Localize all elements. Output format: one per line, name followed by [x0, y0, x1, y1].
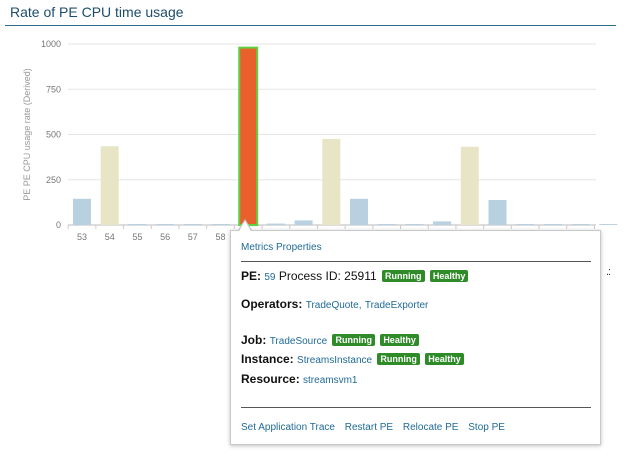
tooltip-actions: Set Application Trace Restart PE Relocat… — [241, 422, 512, 433]
relocate-pe-link[interactable]: Relocate PE — [403, 422, 459, 433]
bar-pe-58 — [211, 224, 230, 225]
job-row: Job: TradeSource Running Healthy — [241, 333, 419, 347]
restart-pe-link[interactable]: Restart PE — [345, 422, 393, 433]
job-link[interactable]: TradeSource — [270, 336, 327, 347]
job-label: Job: — [241, 333, 267, 347]
x-tick-label: 57 — [188, 232, 198, 242]
operator-separator: , — [358, 300, 362, 311]
instance-status-badge: Running — [377, 353, 420, 365]
pe-id-link[interactable]: 59 — [264, 272, 275, 283]
bar-pe-67 — [460, 146, 479, 225]
instance-link[interactable]: StreamsInstance — [297, 355, 372, 366]
x-tick-label: 55 — [132, 232, 142, 242]
pe-status-badge: Running — [382, 270, 425, 282]
process-id-text: Process ID: 25911 — [278, 269, 377, 283]
bar-pe-68 — [488, 200, 507, 225]
tooltip-divider-top — [241, 261, 591, 262]
bar-pe-70 — [543, 224, 562, 225]
instance-health-badge: Healthy — [425, 353, 464, 365]
bar-pe-69 — [516, 224, 535, 225]
bar-pe-59 — [238, 46, 259, 227]
bar-pe-61 — [294, 220, 313, 225]
set-application-trace-link[interactable]: Set Application Trace — [241, 422, 335, 433]
x-tick-label: 53 — [77, 232, 87, 242]
bar-pe-55 — [128, 224, 147, 225]
bar-pe-53 — [73, 198, 91, 225]
pe-tooltip: Metrics Properties PE: 59 Process ID: 25… — [230, 230, 601, 445]
tooltip-tabs: Metrics Properties — [241, 242, 322, 253]
bar-pe-64 — [377, 224, 396, 225]
operators-label: Operators: — [241, 297, 303, 311]
tooltip-arrow-fill — [239, 221, 251, 231]
operator-link-tradequote[interactable]: TradeQuote — [306, 300, 359, 311]
stop-pe-link[interactable]: Stop PE — [468, 422, 505, 433]
x-tick-label: 58 — [215, 232, 225, 242]
bar-pe-62 — [322, 139, 341, 225]
pe-health-badge: Healthy — [429, 270, 469, 282]
tab-properties[interactable]: Properties — [276, 242, 322, 253]
instance-row: Instance: StreamsInstance Running Health… — [241, 352, 464, 366]
bar-pe-66 — [433, 221, 452, 225]
bar-pe-56 — [156, 224, 175, 225]
bar-pe-72 — [599, 224, 618, 225]
bar-pe-60 — [266, 223, 285, 225]
y-tick-label: 1000 — [41, 39, 61, 49]
x-tick-label: 54 — [105, 232, 115, 242]
y-axis-label: PE PE CPU usage rate (Derived) — [22, 68, 32, 201]
y-tick-label: 500 — [46, 130, 61, 140]
resize-handle[interactable]: .: — [606, 266, 611, 278]
tooltip-divider-bottom — [241, 407, 591, 408]
bar-pe-65 — [405, 224, 424, 225]
resource-label: Resource: — [241, 372, 300, 386]
operators-row: Operators: TradeQuote, TradeExporter — [241, 297, 428, 311]
x-tick-label: 56 — [160, 232, 170, 242]
tab-metrics[interactable]: Metrics — [241, 242, 273, 253]
operator-link-tradeexporter[interactable]: TradeExporter — [365, 300, 429, 311]
pe-label: PE: — [241, 269, 262, 283]
y-tick-label: 0 — [56, 220, 61, 230]
bar-pe-63 — [350, 198, 368, 225]
bar-pe-57 — [183, 224, 202, 225]
bar-pe-71 — [571, 224, 590, 225]
y-tick-label: 250 — [46, 175, 61, 185]
job-health-badge: Healthy — [380, 334, 419, 346]
instance-label: Instance: — [241, 352, 294, 366]
resource-row: Resource: streamsvm1 — [241, 372, 357, 386]
y-tick-label: 750 — [46, 84, 61, 94]
bar-pe-54 — [100, 146, 119, 225]
resource-link[interactable]: streamsvm1 — [303, 375, 357, 386]
job-status-badge: Running — [332, 334, 375, 346]
pe-row: PE: 59 Process ID: 25911 Running Healthy — [241, 269, 469, 283]
